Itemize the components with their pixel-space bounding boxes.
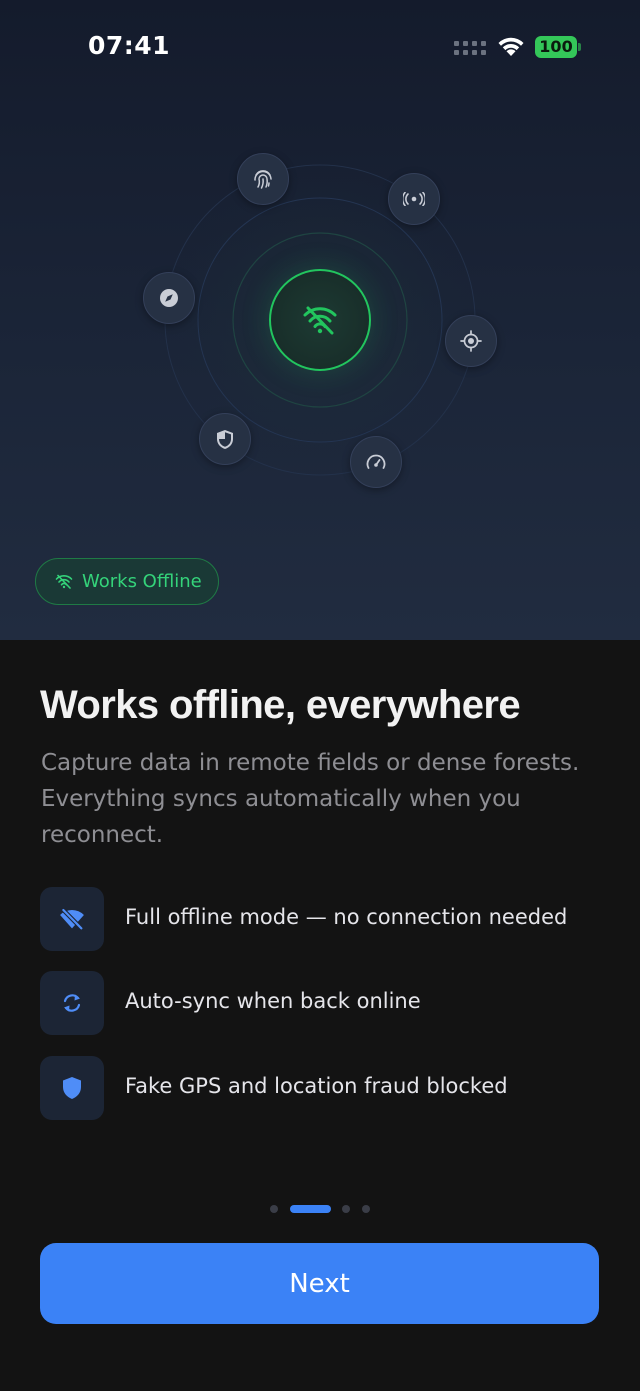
feature-icon-box [40,887,104,951]
feature-offline-mode: Full offline mode — no connection needed [40,887,610,951]
feature-fraud-blocked: Fake GPS and location fraud blocked [40,1056,610,1120]
sync-icon [63,994,81,1012]
hero-illustration: 07:41 100 Works Offline [0,0,640,640]
fingerprint-orbit [237,153,289,205]
page-dot[interactable] [362,1205,370,1213]
chip-label: Works Offline [82,571,202,592]
compass-icon [160,289,178,307]
feature-label: Full offline mode — no connection needed [125,905,568,929]
feature-label: Auto-sync when back online [125,989,421,1013]
shield-icon [63,1077,81,1099]
broadcast-icon [403,192,425,206]
feature-icon-box [40,971,104,1035]
feature-icon-box [40,1056,104,1120]
works-offline-chip: Works Offline [35,558,219,605]
speedometer-orbit [350,436,402,488]
onboarding-screen: 07:41 100 Works Offline Works offline, e… [0,0,640,1391]
shield-icon [217,429,233,449]
next-button[interactable]: Next [40,1243,599,1324]
page-dot[interactable] [342,1205,350,1213]
page-dot-active[interactable] [290,1205,331,1213]
target-orbit [445,315,497,367]
feature-auto-sync: Auto-sync when back online [40,971,610,1035]
broadcast-orbit [388,173,440,225]
page-subtitle: Capture data in remote fields or dense f… [41,750,580,848]
wifi-off-icon [303,306,337,335]
speedometer-icon [366,454,386,469]
page-title: Works offline, everywhere [40,683,521,727]
page-dot[interactable] [270,1205,278,1213]
shield-orbit [199,413,251,465]
compass-orbit [143,272,195,324]
target-icon [460,330,482,352]
fingerprint-icon [254,170,272,189]
wifi-off-icon [60,908,84,930]
wifi-off-icon [55,574,73,589]
feature-label: Fake GPS and location fraud blocked [125,1074,508,1098]
page-indicator [0,1204,640,1214]
offline-badge [269,269,371,371]
